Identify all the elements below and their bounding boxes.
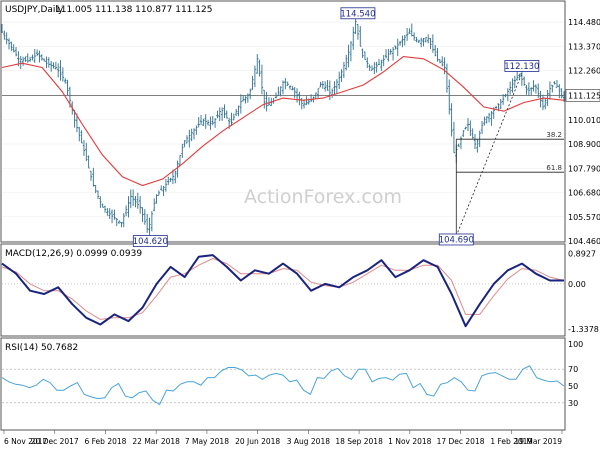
last-price-label: 111.125 xyxy=(568,91,600,100)
price-y-tick-label: 106.680 xyxy=(568,189,600,198)
price-y-tick-label: 112.260 xyxy=(568,67,600,76)
chart-svg: 114.540 104.620 112.130 104.690 38.2 61.8 114… xyxy=(0,0,600,450)
x-tick-label: 3 Aug 2018 xyxy=(287,437,330,446)
rsi-panel-frame xyxy=(0,337,566,431)
price-annotation-label: 104.690 xyxy=(439,235,474,245)
macd-y-tick-label: 0.8927 xyxy=(568,250,596,259)
fib-level-label: 38.2 xyxy=(546,131,562,139)
price-y-tick-label: 110.010 xyxy=(568,116,600,125)
chart-root: 114.540 104.620 112.130 104.690 38.2 61.8 114… xyxy=(0,0,600,450)
price-y-tick-label: 105.570 xyxy=(568,213,600,222)
fib-level-label: 61.8 xyxy=(546,164,562,172)
rsi-panel-title: RSI(14) 50.7682 xyxy=(5,343,78,353)
price-y-tick-label: 114.480 xyxy=(568,18,600,27)
x-tick-label: 7 May 2018 xyxy=(185,437,229,446)
macd-panel-title: MACD(12,26,9) 0.0999 0.0939 xyxy=(5,249,142,259)
price-annotation-label: 112.130 xyxy=(504,62,539,72)
macd-y-tick-label: -1.3378 xyxy=(568,325,599,334)
price-y-tick-label: 113.370 xyxy=(568,42,600,51)
x-tick-label: 17 Dec 2018 xyxy=(437,437,485,446)
price-annotation-label: 104.620 xyxy=(133,237,168,247)
price-annotation-label: 114.540 xyxy=(340,9,375,19)
x-tick-label: 1 Nov 2018 xyxy=(388,437,431,446)
x-tick-label: 20 Jun 2018 xyxy=(235,437,280,446)
x-tick-label: 18 Sep 2018 xyxy=(335,437,383,446)
macd-y-tick-label: 0.00 xyxy=(568,280,586,289)
x-tick-label: 19 Mar 2019 xyxy=(514,437,562,446)
rsi-y-tick-label: 50 xyxy=(568,382,578,391)
rsi-y-tick-label: 70 xyxy=(568,365,578,374)
rsi-y-tick-label: 100 xyxy=(568,340,583,349)
x-tick-label: 22 Mar 2018 xyxy=(132,437,180,446)
ohlc-header: 111.005 111.138 110.877 111.125 xyxy=(55,5,212,15)
x-tick-label: 20 Dec 2017 xyxy=(31,437,79,446)
price-y-tick-label: 104.460 xyxy=(568,237,600,246)
watermark-text: ActionForex.com xyxy=(244,186,402,208)
price-y-tick-label: 107.790 xyxy=(568,164,600,173)
price-y-tick-label: 108.900 xyxy=(568,140,600,149)
rsi-y-tick-label: 30 xyxy=(568,399,578,408)
x-tick-label: 6 Feb 2018 xyxy=(85,437,127,446)
